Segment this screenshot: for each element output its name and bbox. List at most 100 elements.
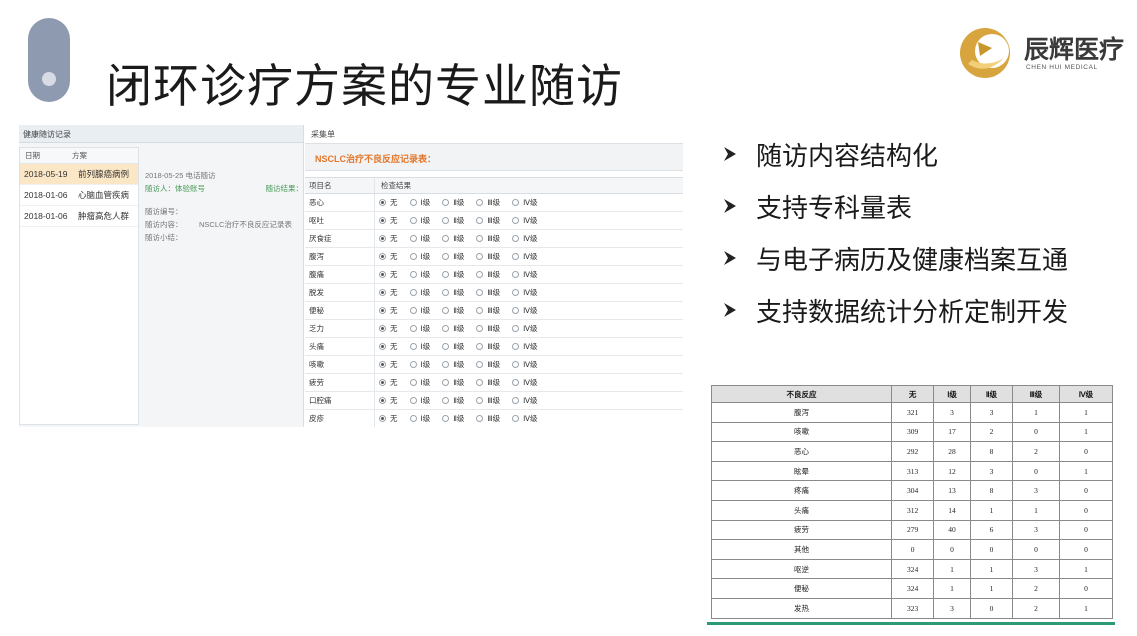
grade-radio-option[interactable]: Ⅳ级 [512,359,538,370]
grade-radio-option[interactable]: Ⅲ级 [476,323,500,334]
radio-icon[interactable] [512,289,520,296]
grade-radio-option[interactable]: Ⅰ级 [409,359,430,370]
radio-icon[interactable] [409,271,417,278]
grade-radio-option[interactable]: Ⅰ级 [409,395,430,406]
grade-radio-option[interactable]: Ⅳ级 [512,287,538,298]
radio-icon[interactable] [442,307,450,314]
grade-radio-option[interactable]: Ⅱ级 [442,305,464,316]
grade-radio-option[interactable]: 无 [379,413,398,424]
grade-radio-option[interactable]: Ⅳ级 [512,305,538,316]
grade-radio-option[interactable]: Ⅲ级 [476,377,500,388]
grade-radio-option[interactable]: Ⅳ级 [512,251,538,262]
radio-icon[interactable] [379,379,386,386]
radio-icon[interactable] [442,271,450,278]
grade-radio-option[interactable]: Ⅱ级 [442,269,464,280]
radio-icon[interactable] [512,415,520,422]
grade-radio-option[interactable]: 无 [379,323,398,334]
grade-radio-option[interactable]: Ⅳ级 [512,377,538,388]
list-item[interactable]: 2018-01-06 心脑血管疾病 [20,185,138,206]
list-item[interactable]: 2018-01-06 肿瘤高危人群 [20,206,138,227]
radio-icon[interactable] [409,325,417,332]
grade-radio-option[interactable]: Ⅰ级 [409,377,430,388]
grade-radio-option[interactable]: Ⅱ级 [442,395,464,406]
radio-icon[interactable] [442,217,450,224]
radio-icon[interactable] [379,271,386,278]
grade-radio-option[interactable]: Ⅰ级 [409,197,430,208]
radio-icon[interactable] [476,415,484,422]
grade-radio-option[interactable]: Ⅱ级 [442,413,464,424]
radio-icon[interactable] [379,289,386,296]
radio-icon[interactable] [442,325,450,332]
grade-radio-option[interactable]: Ⅱ级 [442,251,464,262]
radio-icon[interactable] [512,253,520,260]
radio-icon[interactable] [442,397,450,404]
grade-radio-option[interactable]: Ⅰ级 [409,215,430,226]
grade-radio-option[interactable]: Ⅰ级 [409,413,430,424]
grade-radio-option[interactable]: 无 [379,215,398,226]
grade-radio-option[interactable]: Ⅳ级 [512,341,538,352]
grade-radio-option[interactable]: Ⅱ级 [442,377,464,388]
grade-radio-option[interactable]: 无 [379,233,398,244]
radio-icon[interactable] [512,343,520,350]
radio-icon[interactable] [476,289,484,296]
radio-icon[interactable] [409,307,417,314]
grade-radio-option[interactable]: 无 [379,269,398,280]
radio-icon[interactable] [476,361,484,368]
grade-radio-option[interactable]: Ⅰ级 [409,269,430,280]
radio-icon[interactable] [442,343,450,350]
grade-radio-option[interactable]: Ⅳ级 [512,413,538,424]
grade-radio-option[interactable]: Ⅲ级 [476,233,500,244]
radio-icon[interactable] [476,199,484,206]
grade-radio-option[interactable]: Ⅰ级 [409,341,430,352]
grade-radio-option[interactable]: Ⅲ级 [476,305,500,316]
radio-icon[interactable] [476,253,484,260]
radio-icon[interactable] [442,235,450,242]
radio-icon[interactable] [409,379,417,386]
radio-icon[interactable] [409,217,417,224]
radio-icon[interactable] [442,253,450,260]
radio-icon[interactable] [512,325,520,332]
grade-radio-option[interactable]: Ⅱ级 [442,197,464,208]
radio-icon[interactable] [476,343,484,350]
grade-radio-option[interactable]: 无 [379,359,398,370]
grade-radio-option[interactable]: Ⅰ级 [409,233,430,244]
radio-icon[interactable] [379,253,386,260]
grade-radio-option[interactable]: Ⅱ级 [442,323,464,334]
radio-icon[interactable] [512,379,520,386]
radio-icon[interactable] [409,235,417,242]
radio-icon[interactable] [379,307,386,314]
grade-radio-option[interactable]: Ⅲ级 [476,215,500,226]
radio-icon[interactable] [379,397,386,404]
detail-content-value[interactable]: NSCLC治疗不良反应记录表 [199,218,292,231]
grade-radio-option[interactable]: 无 [379,341,398,352]
grade-radio-option[interactable]: 无 [379,377,398,388]
grade-radio-option[interactable]: Ⅲ级 [476,395,500,406]
grade-radio-option[interactable]: Ⅳ级 [512,323,538,334]
radio-icon[interactable] [512,307,520,314]
radio-icon[interactable] [476,379,484,386]
grade-radio-option[interactable]: 无 [379,305,398,316]
radio-icon[interactable] [379,217,386,224]
radio-icon[interactable] [379,199,386,206]
grade-radio-option[interactable]: Ⅰ级 [409,287,430,298]
grade-radio-option[interactable]: 无 [379,395,398,406]
grade-radio-option[interactable]: Ⅲ级 [476,251,500,262]
radio-icon[interactable] [512,199,520,206]
radio-icon[interactable] [512,235,520,242]
radio-icon[interactable] [476,217,484,224]
radio-icon[interactable] [409,397,417,404]
radio-icon[interactable] [409,289,417,296]
grade-radio-option[interactable]: Ⅲ级 [476,341,500,352]
radio-icon[interactable] [442,379,450,386]
grade-radio-option[interactable]: Ⅲ级 [476,413,500,424]
grade-radio-option[interactable]: 无 [379,197,398,208]
radio-icon[interactable] [442,199,450,206]
radio-icon[interactable] [379,235,386,242]
radio-icon[interactable] [442,289,450,296]
radio-icon[interactable] [512,271,520,278]
list-item[interactable]: 2018-05-19 前列腺癌病例 [20,164,138,185]
radio-icon[interactable] [476,307,484,314]
radio-icon[interactable] [476,397,484,404]
grade-radio-option[interactable]: Ⅳ级 [512,215,538,226]
grade-radio-option[interactable]: Ⅰ级 [409,305,430,316]
